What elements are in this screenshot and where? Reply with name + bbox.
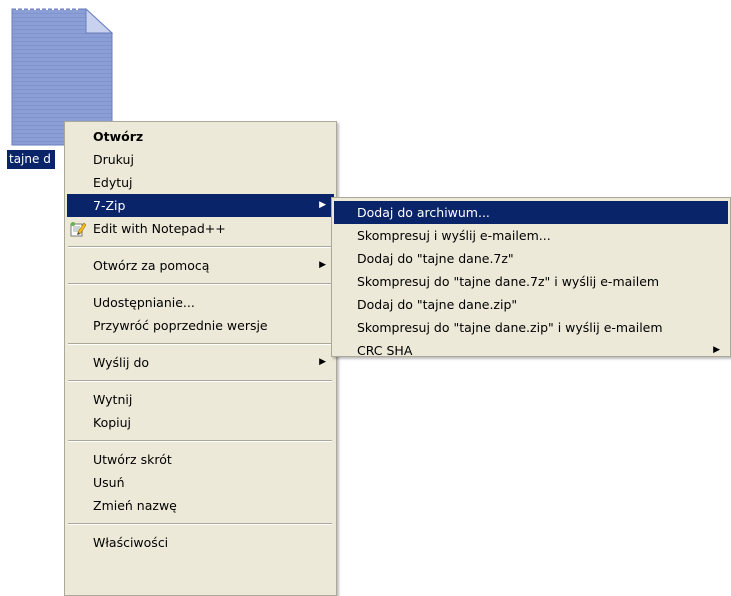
arrow-right-icon: ▶ bbox=[319, 357, 326, 367]
menu-item-send-to[interactable]: Wyślij do ▶ bbox=[67, 351, 334, 374]
submenu-item-compress-7z-and-email[interactable]: Skompresuj do "tajne dane.7z" i wyślij e… bbox=[334, 270, 728, 293]
menu-item-edit[interactable]: Edytuj bbox=[67, 171, 334, 194]
submenu-item-label: Dodaj do archiwum... bbox=[357, 205, 490, 220]
menu-separator bbox=[68, 440, 332, 442]
menu-item-open-with[interactable]: Otwórz za pomocą ▶ bbox=[67, 254, 334, 277]
menu-item-label: Usuń bbox=[93, 475, 125, 490]
desktop: tajne d Otwórz Drukuj Edytuj 7-Zip ▶ Edi… bbox=[0, 0, 731, 596]
submenu-item-label: Skompresuj do "tajne dane.zip" i wyślij … bbox=[357, 320, 663, 335]
menu-item-label: Wytnij bbox=[93, 392, 133, 407]
menu-item-print[interactable]: Drukuj bbox=[67, 148, 334, 171]
menu-item-label: Edytuj bbox=[93, 175, 133, 190]
menu-item-label: Udostępnianie... bbox=[93, 295, 195, 310]
submenu-item-label: CRC SHA bbox=[357, 343, 413, 358]
menu-item-properties[interactable]: Właściwości bbox=[67, 531, 334, 554]
menu-item-share[interactable]: Udostępnianie... bbox=[67, 291, 334, 314]
submenu-item-add-to-zip[interactable]: Dodaj do "tajne dane.zip" bbox=[334, 293, 728, 316]
menu-item-delete[interactable]: Usuń bbox=[67, 471, 334, 494]
menu-separator bbox=[68, 343, 332, 345]
menu-item-7zip[interactable]: 7-Zip ▶ bbox=[67, 194, 334, 217]
context-menu: Otwórz Drukuj Edytuj 7-Zip ▶ Edit with N… bbox=[64, 121, 337, 596]
menu-item-cut[interactable]: Wytnij bbox=[67, 388, 334, 411]
menu-item-label: Zmień nazwę bbox=[93, 498, 177, 513]
menu-separator bbox=[68, 380, 332, 382]
menu-separator bbox=[68, 283, 332, 285]
arrow-right-icon: ▶ bbox=[319, 260, 326, 270]
menu-separator bbox=[68, 246, 332, 248]
menu-item-label: Wyślij do bbox=[93, 355, 150, 370]
submenu-item-add-to-7z[interactable]: Dodaj do "tajne dane.7z" bbox=[334, 247, 728, 270]
menu-item-label: Drukuj bbox=[93, 152, 134, 167]
menu-item-label: Utwórz skrót bbox=[93, 452, 172, 467]
arrow-right-icon: ▶ bbox=[319, 200, 326, 210]
menu-item-label: Przywróć poprzednie wersje bbox=[93, 318, 268, 333]
submenu-item-label: Dodaj do "tajne dane.7z" bbox=[357, 251, 514, 266]
arrow-right-icon: ▶ bbox=[713, 345, 720, 355]
menu-item-copy[interactable]: Kopiuj bbox=[67, 411, 334, 434]
submenu-item-crc-sha[interactable]: CRC SHA ▶ bbox=[334, 339, 728, 362]
menu-item-label: 7-Zip bbox=[93, 198, 126, 213]
menu-item-label: Otwórz za pomocą bbox=[93, 258, 210, 273]
submenu-item-compress-and-email[interactable]: Skompresuj i wyślij e-mailem... bbox=[334, 224, 728, 247]
7zip-submenu: Dodaj do archiwum... Skompresuj i wyślij… bbox=[331, 197, 731, 358]
menu-item-edit-with-notepadpp[interactable]: Edit with Notepad++ bbox=[67, 217, 334, 240]
menu-item-label: Kopiuj bbox=[93, 415, 132, 430]
menu-item-label: Otwórz bbox=[93, 129, 144, 144]
menu-item-label: Właściwości bbox=[93, 535, 169, 550]
submenu-item-compress-zip-and-email[interactable]: Skompresuj do "tajne dane.zip" i wyślij … bbox=[334, 316, 728, 339]
menu-separator bbox=[68, 523, 332, 525]
menu-item-create-shortcut[interactable]: Utwórz skrót bbox=[67, 448, 334, 471]
menu-item-restore-previous-versions[interactable]: Przywróć poprzednie wersje bbox=[67, 314, 334, 337]
file-label[interactable]: tajne d bbox=[7, 150, 55, 169]
menu-item-rename[interactable]: Zmień nazwę bbox=[67, 494, 334, 517]
submenu-item-label: Dodaj do "tajne dane.zip" bbox=[357, 297, 518, 312]
submenu-item-label: Skompresuj do "tajne dane.7z" i wyślij e… bbox=[357, 274, 660, 289]
menu-item-label: Edit with Notepad++ bbox=[93, 221, 226, 236]
notepad-plus-plus-icon bbox=[70, 221, 87, 237]
submenu-item-add-to-archive[interactable]: Dodaj do archiwum... bbox=[334, 201, 728, 224]
submenu-item-label: Skompresuj i wyślij e-mailem... bbox=[357, 228, 551, 243]
menu-item-open[interactable]: Otwórz bbox=[67, 125, 334, 148]
